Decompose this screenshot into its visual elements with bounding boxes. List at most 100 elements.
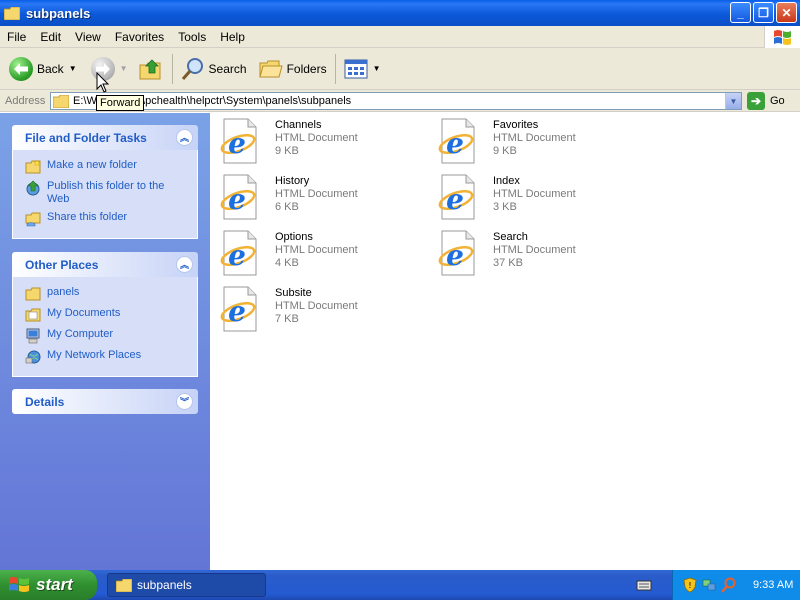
folders-icon bbox=[258, 60, 283, 77]
file-type: HTML Document bbox=[275, 188, 358, 200]
back-arrow-icon bbox=[9, 56, 33, 81]
svg-text:e: e bbox=[446, 183, 464, 216]
panel-header[interactable]: Other Places ︽ bbox=[12, 252, 198, 277]
task-pane: File and Folder Tasks ︽ Make a new folde… bbox=[0, 113, 210, 570]
svg-text:e: e bbox=[228, 183, 246, 216]
svg-text:e: e bbox=[446, 239, 464, 272]
views-button[interactable]: ▼ bbox=[341, 52, 384, 86]
svg-text:!: ! bbox=[688, 581, 691, 590]
file-size: 9 KB bbox=[275, 145, 299, 157]
chevron-down-icon: ▼ bbox=[729, 96, 738, 106]
clock: 9:33 AM bbox=[753, 579, 794, 591]
up-folder-button[interactable] bbox=[135, 52, 167, 86]
my-computer-icon bbox=[26, 328, 40, 344]
place-my-network-places[interactable]: My Network Places bbox=[25, 349, 189, 365]
file-size: 37 KB bbox=[493, 257, 523, 269]
network-places-icon bbox=[25, 350, 41, 364]
search-label: Search bbox=[208, 61, 247, 76]
file-item-favorites[interactable]: e Favorites HTML Document 9 KB bbox=[436, 117, 646, 169]
place-label: My Computer bbox=[47, 328, 114, 340]
file-type: HTML Document bbox=[493, 132, 576, 144]
menu-tools[interactable]: Tools bbox=[171, 30, 213, 44]
html-document-icon: e bbox=[436, 117, 480, 165]
new-folder-icon bbox=[25, 159, 41, 174]
window-title: subpanels bbox=[26, 5, 91, 21]
maximize-button[interactable]: ❐ bbox=[753, 2, 774, 23]
toolbar-separator bbox=[334, 53, 336, 84]
file-info: Favorites HTML Document 9 KB bbox=[493, 117, 576, 158]
collapse-icon[interactable]: ︽ bbox=[176, 129, 193, 146]
place-my-computer[interactable]: My Computer bbox=[25, 328, 189, 344]
file-type: HTML Document bbox=[493, 244, 576, 256]
file-item-channels[interactable]: e Channels HTML Document 9 KB bbox=[218, 117, 428, 169]
start-button[interactable]: start bbox=[0, 570, 97, 600]
panel-header[interactable]: File and Folder Tasks ︽ bbox=[12, 125, 198, 150]
network-icon[interactable] bbox=[701, 577, 717, 593]
html-document-icon: e bbox=[436, 229, 480, 277]
menu-file[interactable]: File bbox=[0, 30, 33, 44]
share-folder-icon bbox=[25, 212, 41, 227]
views-icon bbox=[344, 59, 368, 78]
menu-view[interactable]: View bbox=[68, 30, 108, 44]
publish-web-icon bbox=[26, 180, 40, 196]
collapse-icon[interactable]: ︽ bbox=[176, 256, 193, 273]
file-info: Search HTML Document 37 KB bbox=[493, 229, 576, 270]
place-panels[interactable]: panels bbox=[25, 286, 189, 302]
file-item-search[interactable]: e Search HTML Document 37 KB bbox=[436, 229, 646, 281]
task-publish-folder[interactable]: Publish this folder to the Web bbox=[25, 180, 189, 206]
folder-icon bbox=[53, 94, 69, 108]
keyboard-icon[interactable] bbox=[636, 578, 652, 592]
place-my-documents[interactable]: My Documents bbox=[25, 307, 189, 323]
mouse-cursor-icon bbox=[96, 72, 110, 93]
task-share-folder[interactable]: Share this folder bbox=[25, 211, 189, 227]
go-label: Go bbox=[770, 95, 785, 107]
windows-flag-icon bbox=[9, 577, 29, 592]
folders-button[interactable]: Folders bbox=[256, 52, 330, 86]
place-label: panels bbox=[47, 286, 80, 298]
file-name: Search bbox=[493, 231, 528, 243]
place-label: My Network Places bbox=[47, 349, 142, 361]
address-dropdown-button[interactable]: ▼ bbox=[725, 93, 741, 109]
panel-body: panels My Documents My Computer My Netwo… bbox=[12, 277, 198, 377]
file-item-options[interactable]: e Options HTML Document 4 KB bbox=[218, 229, 428, 281]
menu-edit[interactable]: Edit bbox=[33, 30, 68, 44]
minimize-button[interactable]: _ bbox=[730, 2, 751, 23]
menu-favorites[interactable]: Favorites bbox=[108, 30, 171, 44]
toolbar: Back ▼ ▼ Search Folders ▼ bbox=[0, 48, 800, 90]
panel-header[interactable]: Details ︾ bbox=[12, 389, 198, 414]
svg-text:e: e bbox=[446, 127, 464, 160]
file-item-subsite[interactable]: e Subsite HTML Document 7 KB bbox=[218, 285, 428, 337]
minimize-icon: _ bbox=[737, 5, 744, 20]
search-button[interactable]: Search bbox=[178, 52, 250, 86]
chevron-down-icon[interactable]: ▼ bbox=[373, 64, 381, 73]
close-button[interactable]: ✕ bbox=[776, 2, 797, 23]
file-type: HTML Document bbox=[275, 132, 358, 144]
file-name: Favorites bbox=[493, 119, 539, 131]
html-document-icon: e bbox=[218, 117, 262, 165]
file-size: 6 KB bbox=[275, 201, 299, 213]
svg-text:e: e bbox=[228, 127, 246, 160]
task-make-new-folder[interactable]: Make a new folder bbox=[25, 159, 189, 175]
expand-icon[interactable]: ︾ bbox=[176, 393, 193, 410]
taskbar-window-button[interactable]: subpanels bbox=[107, 573, 266, 597]
file-info: Options HTML Document 4 KB bbox=[275, 229, 358, 270]
go-button[interactable]: ➔ Go bbox=[747, 92, 785, 110]
address-input[interactable]: E:\WINDOWS\pchealth\helpctr\System\panel… bbox=[50, 92, 742, 110]
panel-title: Other Places bbox=[25, 257, 99, 272]
chevron-down-icon[interactable]: ▼ bbox=[69, 64, 77, 73]
menu-help[interactable]: Help bbox=[213, 30, 252, 44]
back-button[interactable]: Back ▼ bbox=[6, 52, 80, 86]
back-label: Back bbox=[37, 61, 64, 76]
file-folder-tasks-panel: File and Folder Tasks ︽ Make a new folde… bbox=[12, 125, 198, 239]
security-shield-icon[interactable]: ! bbox=[683, 577, 697, 593]
chevron-down-icon[interactable]: ▼ bbox=[120, 64, 128, 73]
details-panel: Details ︾ bbox=[12, 389, 198, 414]
up-folder-icon bbox=[139, 58, 161, 79]
file-info: Index HTML Document 3 KB bbox=[493, 173, 576, 214]
search-tray-icon[interactable] bbox=[721, 577, 737, 593]
title-bar: subpanels _ ❐ ✕ bbox=[0, 0, 800, 26]
file-item-history[interactable]: e History HTML Document 6 KB bbox=[218, 173, 428, 225]
file-item-index[interactable]: e Index HTML Document 3 KB bbox=[436, 173, 646, 225]
other-places-panel: Other Places ︽ panels My Documents My Co… bbox=[12, 252, 198, 377]
file-name: Index bbox=[493, 175, 520, 187]
